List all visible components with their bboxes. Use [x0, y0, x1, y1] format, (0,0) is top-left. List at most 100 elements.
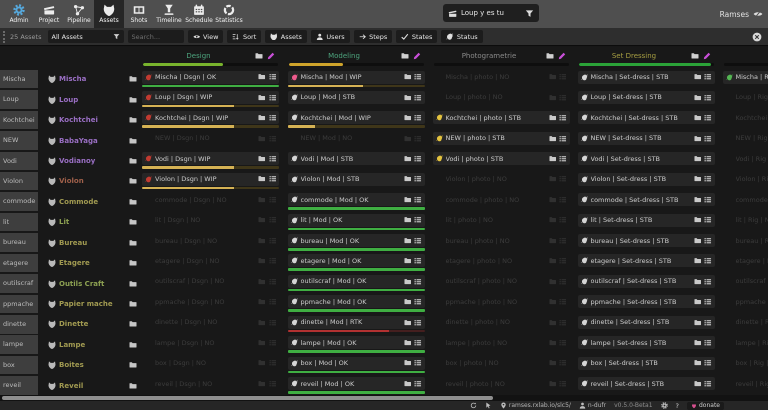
- task-cell[interactable]: Mischa | photo | NO: [433, 71, 570, 88]
- task-cell[interactable]: Mischa | Set-dress | STB: [578, 71, 715, 88]
- list-icon[interactable]: [414, 135, 422, 143]
- folder-icon[interactable]: [694, 196, 702, 204]
- task-cell[interactable]: commode | photo | NO: [433, 193, 570, 210]
- task-cell[interactable]: dinette | Rig | NO: [723, 316, 768, 333]
- task-cell[interactable]: NEW | Rig | NO: [723, 132, 768, 149]
- task-cell[interactable]: Violon | Mod | STB: [288, 173, 425, 190]
- pencil-icon[interactable]: [413, 52, 421, 60]
- folder-icon[interactable]: [258, 94, 266, 102]
- folder-icon[interactable]: [549, 359, 557, 367]
- task-cell[interactable]: Kochtchei | Set-dress | STB: [578, 111, 715, 128]
- folder-icon[interactable]: [258, 339, 266, 347]
- task-cell[interactable]: lit | Rig | NO: [723, 214, 768, 231]
- folder-icon[interactable]: [549, 298, 557, 306]
- list-icon[interactable]: [704, 339, 712, 347]
- folder-icon[interactable]: [404, 359, 412, 367]
- nav-item-statistics[interactable]: Statistics: [214, 0, 244, 28]
- list-icon[interactable]: [269, 196, 277, 204]
- folder-icon[interactable]: [129, 361, 137, 369]
- list-icon[interactable]: [559, 319, 567, 327]
- task-cell[interactable]: dinette | Dsgn | NO: [142, 316, 279, 333]
- list-icon[interactable]: [559, 278, 567, 286]
- list-icon[interactable]: [269, 319, 277, 327]
- task-cell[interactable]: Loup | Set-dress | STB: [578, 91, 715, 108]
- list-icon[interactable]: [559, 380, 567, 388]
- folder-icon[interactable]: [546, 52, 554, 60]
- list-icon[interactable]: [559, 257, 567, 265]
- task-cell[interactable]: bureau | photo | NO: [433, 234, 570, 251]
- folder-icon[interactable]: [404, 380, 412, 388]
- list-icon[interactable]: [704, 73, 712, 81]
- folder-icon[interactable]: [129, 198, 137, 206]
- folder-icon[interactable]: [401, 52, 409, 60]
- list-icon[interactable]: [414, 196, 422, 204]
- nav-item-pipeline[interactable]: Pipeline: [64, 0, 94, 28]
- nav-item-project[interactable]: Project: [34, 0, 64, 28]
- list-icon[interactable]: [704, 380, 712, 388]
- folder-icon[interactable]: [129, 137, 137, 145]
- list-icon[interactable]: [704, 298, 712, 306]
- folder-icon[interactable]: [129, 382, 137, 390]
- list-icon[interactable]: [269, 237, 277, 245]
- task-cell[interactable]: Vodi | Mod | STB: [288, 152, 425, 169]
- list-icon[interactable]: [414, 216, 422, 224]
- list-icon[interactable]: [269, 298, 277, 306]
- folder-icon[interactable]: [258, 298, 266, 306]
- task-cell[interactable]: Violon | photo | NO: [433, 173, 570, 190]
- folder-icon[interactable]: [404, 298, 412, 306]
- task-cell[interactable]: lampe | photo | NO: [433, 336, 570, 353]
- list-icon[interactable]: [704, 237, 712, 245]
- folder-icon[interactable]: [255, 52, 263, 60]
- list-icon[interactable]: [704, 257, 712, 265]
- asset-name[interactable]: Violon: [59, 177, 126, 185]
- task-cell[interactable]: etagere | photo | NO: [433, 254, 570, 271]
- task-cell[interactable]: Vodi | Dsgn | WIP: [142, 152, 279, 169]
- task-cell[interactable]: outilscraf | photo | NO: [433, 275, 570, 292]
- list-icon[interactable]: [269, 155, 277, 163]
- task-cell[interactable]: bureau | Dsgn | NO: [142, 234, 279, 251]
- folder-icon[interactable]: [694, 73, 702, 81]
- task-cell[interactable]: etagere | Dsgn | NO: [142, 254, 279, 271]
- task-cell[interactable]: commode | Dsgn | NO: [142, 193, 279, 210]
- folder-icon[interactable]: [404, 155, 412, 163]
- list-icon[interactable]: [414, 94, 422, 102]
- task-cell[interactable]: box | Mod | OK: [288, 357, 425, 374]
- task-cell[interactable]: Kochtchei | photo | STB: [433, 111, 570, 128]
- asset-name[interactable]: Vodianoy: [59, 157, 126, 165]
- asset-name[interactable]: Kochtchei: [59, 116, 126, 124]
- folder-icon[interactable]: [694, 339, 702, 347]
- task-cell[interactable]: box | Rig | NO: [723, 357, 768, 374]
- list-icon[interactable]: [269, 359, 277, 367]
- list-icon[interactable]: [414, 155, 422, 163]
- task-cell[interactable]: NEW | Dsgn | NO: [142, 132, 279, 149]
- project-selector[interactable]: Loup y es tu: [443, 4, 539, 22]
- folder-icon[interactable]: [694, 298, 702, 306]
- folder-icon[interactable]: [258, 278, 266, 286]
- list-icon[interactable]: [704, 114, 712, 122]
- folder-icon[interactable]: [549, 196, 557, 204]
- task-cell[interactable]: Violon | Dsgn | WIP: [142, 173, 279, 190]
- group-filter-dropdown[interactable]: All Assets: [48, 30, 124, 43]
- list-icon[interactable]: [414, 114, 422, 122]
- asset-name[interactable]: Outils Craft: [59, 280, 126, 288]
- folder-icon[interactable]: [549, 278, 557, 286]
- view-filter-button[interactable]: View: [188, 30, 224, 43]
- task-cell[interactable]: Violon | Rig | NO: [723, 173, 768, 190]
- folder-icon[interactable]: [129, 116, 137, 124]
- task-cell[interactable]: commode | Rig | NO: [723, 193, 768, 210]
- asset-name[interactable]: BabaYaga: [59, 137, 126, 145]
- list-icon[interactable]: [559, 155, 567, 163]
- folder-icon[interactable]: [258, 237, 266, 245]
- task-cell[interactable]: commode | Mod | OK: [288, 193, 425, 210]
- list-icon[interactable]: [704, 94, 712, 102]
- task-cell[interactable]: Kochtchei | Mod | WIP: [288, 111, 425, 128]
- list-icon[interactable]: [704, 155, 712, 163]
- folder-icon[interactable]: [549, 175, 557, 183]
- task-cell[interactable]: Vodi | photo | STB: [433, 152, 570, 169]
- folder-icon[interactable]: [404, 94, 412, 102]
- list-icon[interactable]: [269, 73, 277, 81]
- task-cell[interactable]: lampe | Mod | OK: [288, 336, 425, 353]
- folder-icon[interactable]: [694, 94, 702, 102]
- nav-item-assets[interactable]: Assets: [94, 0, 124, 28]
- asset-name[interactable]: Commode: [59, 198, 126, 206]
